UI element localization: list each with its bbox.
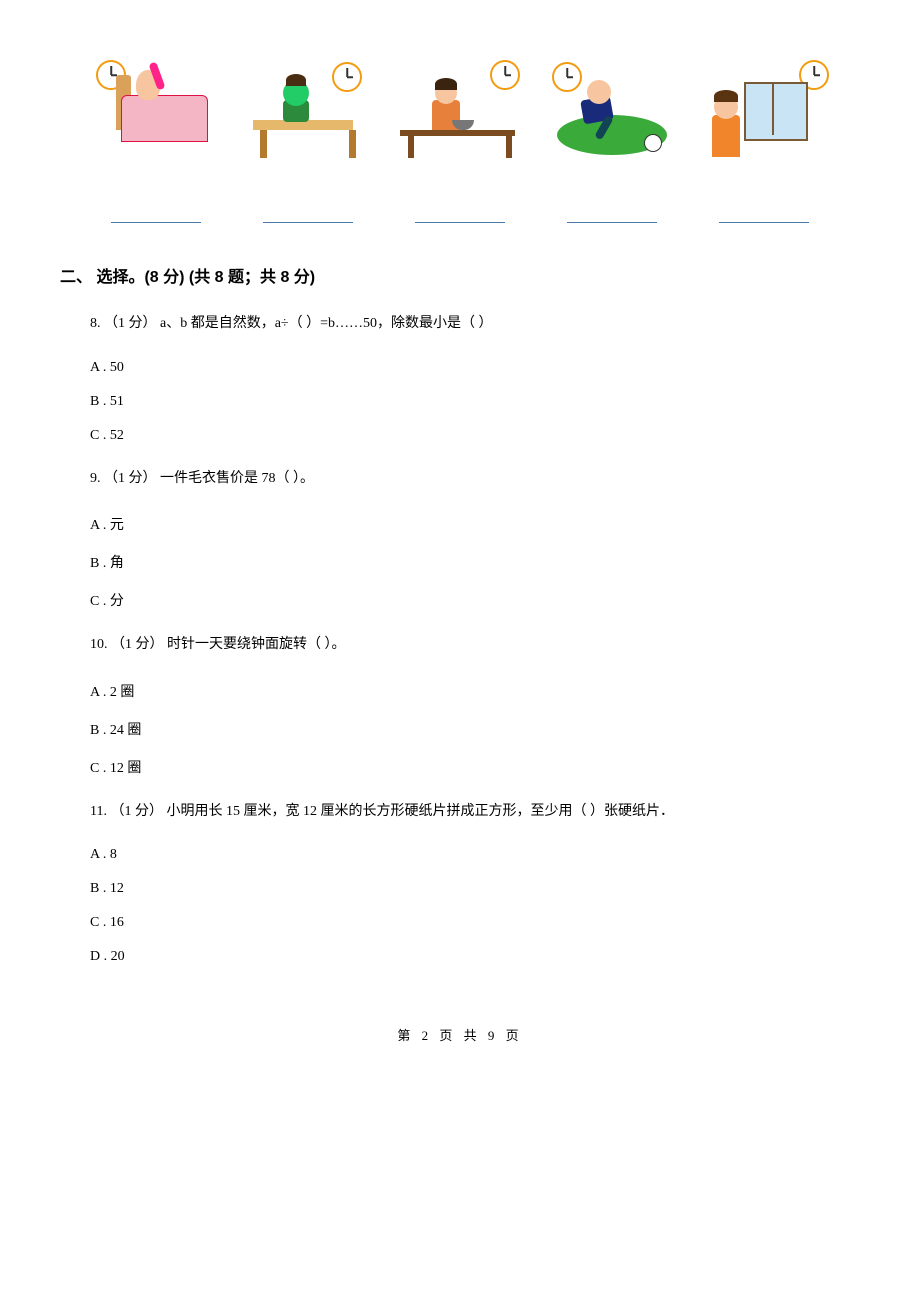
question-text: 11. （1 分） 小明用长 15 厘米，宽 12 厘米的长方形硬纸片拼成正方形… <box>90 804 674 819</box>
option-a[interactable]: A . 2 圈 <box>90 681 860 701</box>
question-text: 9. （1 分） 一件毛衣售价是 78（ ）。 <box>90 471 314 486</box>
option-c[interactable]: C . 16 <box>90 915 860 931</box>
image-box-5 <box>699 60 829 160</box>
activity-images-row <box>80 60 840 180</box>
image-box-3 <box>395 60 525 160</box>
answer-blank[interactable] <box>111 220 201 223</box>
scene-wakeup-icon <box>96 60 216 160</box>
image-box-1 <box>91 60 221 160</box>
question-text: 10. （1 分） 时针一天要绕钟面旋转（ ）。 <box>90 637 346 652</box>
option-b[interactable]: B . 51 <box>90 394 860 410</box>
scene-soccer-icon <box>552 60 672 160</box>
question-11-options: A . 8 B . 12 C . 16 D . 20 <box>90 847 860 965</box>
option-c[interactable]: C . 12 圈 <box>90 757 860 777</box>
option-c[interactable]: C . 分 <box>90 590 860 610</box>
option-b[interactable]: B . 12 <box>90 881 860 897</box>
answer-blanks-row <box>80 220 840 223</box>
image-box-2 <box>243 60 373 160</box>
scene-window-icon <box>704 60 824 160</box>
option-a[interactable]: A . 50 <box>90 360 860 376</box>
exam-page: 二、 选择。(8 分) (共 8 题；共 8 分) 8. （1 分） a、b 都… <box>0 0 920 1064</box>
option-d[interactable]: D . 20 <box>90 949 860 965</box>
question-9-options: A . 元 B . 角 C . 分 <box>90 514 860 610</box>
page-footer: 第 2 页 共 9 页 <box>60 1025 860 1044</box>
clock-icon <box>332 62 362 92</box>
image-box-4 <box>547 60 677 160</box>
option-a[interactable]: A . 元 <box>90 514 860 534</box>
question-10: 10. （1 分） 时针一天要绕钟面旋转（ ）。 <box>90 632 860 659</box>
question-10-options: A . 2 圈 B . 24 圈 C . 12 圈 <box>90 681 860 777</box>
question-text: 8. （1 分） a、b 都是自然数，a÷（ ）=b……50，除数最小是（ ） <box>90 316 493 331</box>
option-a[interactable]: A . 8 <box>90 847 860 863</box>
section-title: 二、 选择。(8 分) (共 8 题；共 8 分) <box>60 263 860 287</box>
answer-blank[interactable] <box>263 220 353 223</box>
question-9: 9. （1 分） 一件毛衣售价是 78（ ）。 <box>90 466 860 493</box>
answer-blank[interactable] <box>567 220 657 223</box>
soccer-ball-icon <box>644 134 662 152</box>
answer-blank[interactable] <box>415 220 505 223</box>
option-c[interactable]: C . 52 <box>90 428 860 444</box>
answer-blank[interactable] <box>719 220 809 223</box>
scene-study-icon <box>248 60 368 160</box>
option-b[interactable]: B . 角 <box>90 552 860 572</box>
clock-icon <box>490 60 520 90</box>
question-8-options: A . 50 B . 51 C . 52 <box>90 360 860 444</box>
question-11: 11. （1 分） 小明用长 15 厘米，宽 12 厘米的长方形硬纸片拼成正方形… <box>90 799 860 826</box>
question-8: 8. （1 分） a、b 都是自然数，a÷（ ）=b……50，除数最小是（ ） <box>90 311 860 338</box>
scene-eating-icon <box>400 60 520 160</box>
clock-icon <box>552 62 582 92</box>
option-b[interactable]: B . 24 圈 <box>90 719 860 739</box>
